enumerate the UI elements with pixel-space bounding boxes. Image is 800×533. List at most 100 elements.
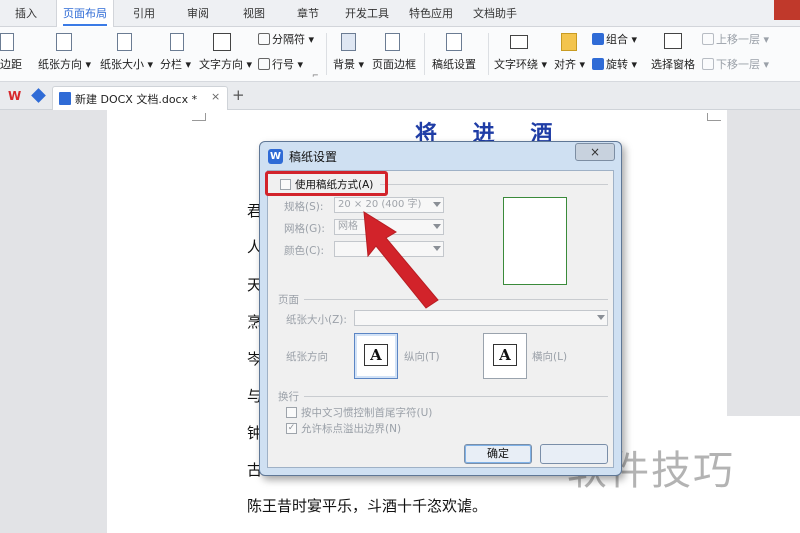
align-button[interactable]: 对齐 ▾: [554, 57, 585, 73]
manuscript-preview: [503, 197, 567, 285]
wps-app-icon: W: [268, 149, 283, 164]
page-borders-icon: [385, 33, 400, 51]
align-icon: [561, 33, 577, 51]
columns-label: 分栏: [160, 58, 182, 71]
document-tab[interactable]: 新建 DOCX 文档.docx * ×: [52, 86, 228, 110]
align-label: 对齐: [554, 58, 576, 71]
bring-forward-label: 上移一层: [716, 33, 760, 46]
send-backward-button[interactable]: 下移一层 ▾: [702, 57, 769, 73]
columns-button[interactable]: 分栏 ▾: [160, 57, 191, 73]
page-group-label: 页面: [278, 294, 299, 306]
text-wrap-button[interactable]: 文字环绕 ▾: [494, 57, 547, 73]
chevron-down-icon: [597, 315, 605, 320]
paragraph-launcher-icon[interactable]: ⌐: [312, 71, 319, 81]
dialog-close-button[interactable]: ×: [575, 143, 615, 161]
overflow-checkbox[interactable]: ✓: [286, 423, 297, 434]
paper-size-icon: [117, 33, 132, 51]
orientation-button[interactable]: 纸张方向 ▾: [38, 57, 91, 73]
margins-icon: [0, 33, 14, 51]
orientation-icon: [56, 33, 72, 51]
line-numbers-icon: [258, 58, 270, 70]
breaks-button[interactable]: 分隔符 ▾: [258, 32, 314, 48]
menu-doc-assistant[interactable]: 文档助手: [466, 0, 524, 27]
menu-sections[interactable]: 章节: [288, 0, 328, 27]
paper-size-select[interactable]: [354, 310, 608, 326]
text-wrap-icon: [510, 35, 528, 49]
bring-forward-button[interactable]: 上移一层 ▾: [702, 32, 769, 48]
chinese-rule-checkbox[interactable]: [286, 407, 297, 418]
document-tab-label: 新建 DOCX 文档.docx *: [75, 93, 198, 106]
paper-size-label: 纸张大小: [100, 58, 144, 71]
menu-bar: 插入 页面布局 引用 审阅 视图 章节 开发工具 特色应用 文档助手: [0, 0, 800, 28]
poem-line: 陈王昔时宴平乐，斗酒十千恣欢谑。: [247, 497, 488, 515]
rotate-button[interactable]: 旋转 ▾: [592, 57, 637, 73]
docx-file-icon: [59, 92, 71, 105]
manuscript-icon: [446, 33, 462, 51]
cancel-button[interactable]: [540, 444, 608, 464]
text-direction-icon: [213, 33, 231, 51]
group-button[interactable]: 组合 ▾: [592, 32, 637, 48]
new-tab-button[interactable]: +: [232, 86, 245, 104]
group-divider: [304, 299, 608, 300]
menu-references[interactable]: 引用: [124, 0, 164, 27]
grid-label: 网格(G):: [284, 223, 325, 235]
menu-page-layout[interactable]: 页面布局: [56, 0, 114, 28]
group-icon: [592, 33, 604, 45]
menu-insert[interactable]: 插入: [6, 0, 46, 27]
breaks-label: 分隔符: [272, 33, 305, 46]
background-button[interactable]: 背景 ▾: [333, 57, 364, 73]
text-direction-button[interactable]: 文字方向 ▾: [199, 57, 252, 73]
send-backward-label: 下移一层: [716, 58, 760, 71]
rotate-icon: [592, 58, 604, 70]
wrap-group-label: 换行: [278, 391, 299, 403]
grid-value: 网格: [338, 221, 358, 232]
portrait-label: 纵向(T): [404, 351, 440, 363]
landscape-label: 横向(L): [532, 351, 568, 363]
manuscript-button[interactable]: 稿纸设置: [432, 57, 476, 73]
text-direction-label: 文字方向: [199, 58, 243, 71]
ribbon: 边距 纸张方向 ▾ 纸张大小 ▾ 分栏 ▾ 文字方向 ▾ 分隔符 ▾ 行号 ▾ …: [0, 27, 800, 82]
paper-size-button[interactable]: 纸张大小 ▾: [100, 57, 153, 73]
landscape-button[interactable]: A: [483, 333, 527, 379]
cube-icon[interactable]: [31, 88, 46, 103]
menu-scroll-button[interactable]: [774, 0, 800, 20]
selection-pane-icon: [664, 33, 682, 49]
bring-forward-icon: [702, 33, 714, 45]
group-divider: [304, 396, 608, 397]
menu-view[interactable]: 视图: [234, 0, 274, 27]
dialog-title: 稿纸设置: [289, 150, 338, 164]
ribbon-separator: [424, 33, 425, 75]
crop-mark: [707, 113, 721, 121]
tab-close-icon[interactable]: ×: [211, 90, 220, 103]
ribbon-separator: [326, 33, 327, 75]
color-label: 颜色(C):: [284, 245, 325, 257]
wps-logo-icon[interactable]: W: [8, 90, 22, 103]
page-borders-button[interactable]: 页面边框: [372, 57, 416, 73]
send-backward-icon: [702, 58, 714, 70]
ribbon-separator: [488, 33, 489, 75]
menu-developer[interactable]: 开发工具: [338, 0, 396, 27]
background-label: 背景: [333, 58, 355, 71]
portrait-a-icon: A: [364, 344, 388, 366]
highlight-box: [265, 171, 388, 196]
margins-button[interactable]: 边距: [0, 57, 22, 73]
line-numbers-label: 行号: [272, 58, 294, 71]
menu-special-apps[interactable]: 特色应用: [402, 0, 460, 27]
selection-pane-button[interactable]: 选择窗格: [651, 57, 695, 73]
rotate-label: 旋转: [606, 58, 628, 71]
group-divider: [380, 184, 608, 185]
menu-review[interactable]: 审阅: [178, 0, 218, 27]
group-label: 组合: [606, 33, 628, 46]
text-wrap-label: 文字环绕: [494, 58, 538, 71]
line-numbers-button[interactable]: 行号 ▾: [258, 57, 303, 73]
orientation-label: 纸张方向: [38, 58, 82, 71]
paper-size-label: 纸张大小(Z):: [286, 314, 347, 326]
wps-writer-window: 插入 页面布局 引用 审阅 视图 章节 开发工具 特色应用 文档助手 边距 纸张…: [0, 0, 800, 533]
background-icon: [341, 33, 356, 51]
landscape-a-icon: A: [493, 344, 517, 366]
spec-value: 20 × 20 (400 字): [338, 199, 422, 210]
ok-button[interactable]: 确定: [464, 444, 532, 464]
columns-icon: [170, 33, 184, 51]
chevron-down-icon: [433, 202, 441, 207]
portrait-button[interactable]: A: [354, 333, 398, 379]
